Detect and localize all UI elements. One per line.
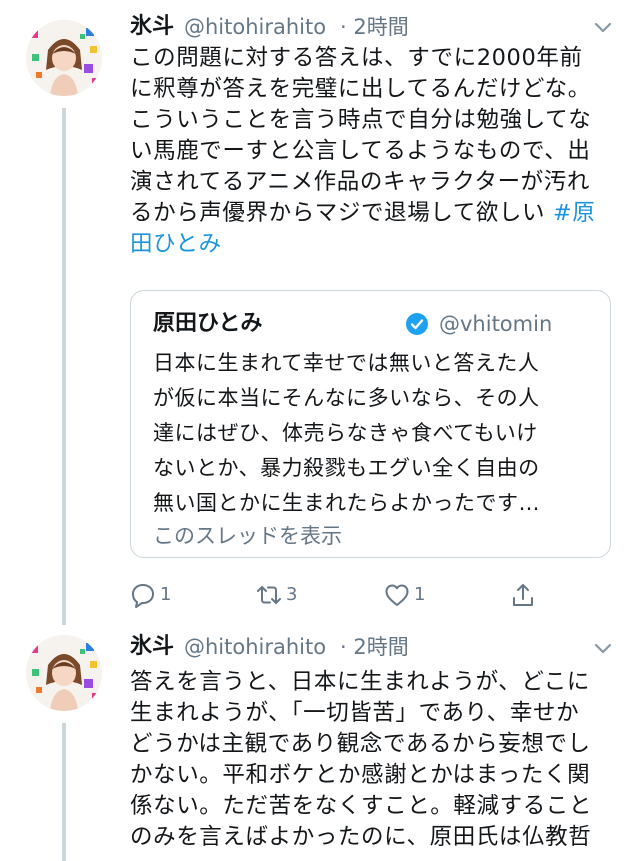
tweet-1[interactable]: 氷斗 @hitohirahito · 2時間 この問題に対する答えは、すでに20… [0,0,640,625]
tweet-text: 答えを言うと、日本に生まれようが、どこに 生まれようが、「一切皆苦」であり、幸せ… [130,667,620,853]
quoted-author-name: 原田ひとみ [153,311,263,336]
retweet-icon [257,586,281,604]
author-name[interactable]: 氷斗 [130,634,174,660]
tweet-text-line: 生まれようが、「一切皆苦」であり、幸せか [130,700,580,726]
like-icon [385,584,409,606]
share-icon [513,584,533,606]
like-count: 1 [414,584,426,605]
avatar[interactable] [26,20,102,96]
retweet-count: 3 [286,584,298,605]
hashtag-link[interactable]: #原 [553,200,596,226]
quoted-text-line: ないとか、暴力殺戮もエグい全く自由の [153,456,540,480]
tweet-time[interactable]: · 2時間 [340,14,409,40]
thread-connector-line [62,108,66,625]
quoted-text-line: 達にはぜひ、体売らなきゃ食べてもいけ [153,421,538,445]
retweet-button[interactable]: 3 [256,580,297,610]
tweet-text: この問題に対する答えは、すでに2000年前 に釈尊が答えを完璧に出してるんだけど… [130,43,620,260]
tweet-text-line: どうかは主観であり観念であるから妄想でし [130,731,591,757]
quoted-text-line: が仮に本当にそんなに多いなら、その人 [153,386,540,410]
tweet-text-line: かない。平和ボケとか感謝とかはまったく関 [130,762,591,788]
reply-button[interactable]: 1 [130,580,171,610]
tweet-2[interactable]: 氷斗 @hitohirahito · 2時間 答えを言うと、日本に生まれようが、… [0,625,640,861]
quoted-author-handle: @vhitomin [439,312,553,336]
avatar-image [26,635,102,711]
avatar-image [26,20,102,96]
tweet-text-line: この問題に対する答えは、すでに2000年前 [130,45,583,71]
author-name[interactable]: 氷斗 [130,14,174,40]
thread-connector-line [62,723,66,861]
tweet-text-segment: るから声優界からマジで退場して欲しい [130,200,553,226]
tweet-text-line: こういうことを言う時点で自分は勉強してな [130,107,592,133]
like-button[interactable]: 1 [384,580,425,610]
reply-icon [132,584,154,608]
verified-badge-icon [406,313,428,335]
show-thread-link[interactable]: このスレッドを表示 [153,522,342,550]
tweet-text-line: に釈尊が答えを完璧に出してるんだけどな。 [130,76,591,102]
reply-count: 1 [160,584,172,605]
quoted-tweet[interactable]: 原田ひとみ @vhitomin 日本に生まれて幸せでは無いと答えた人 が仮に本当… [130,290,611,558]
quoted-text-line: 日本に生まれて幸せでは無いと答えた人 [153,351,540,375]
tweet-text-line: のみを言えばよかったのに、原田氏は仏教哲 [130,824,592,850]
tweet-text-line: 答えを言うと、日本に生まれようが、どこに [130,669,590,695]
tweet-text-line: るから声優界からマジで退場して欲しい #原 [130,198,620,229]
chevron-down-icon[interactable] [592,16,614,38]
quoted-text-line: 無い国とかに生まれたらよかったです… [153,491,540,515]
chevron-down-icon[interactable] [592,637,614,659]
author-handle[interactable]: @hitohirahito [184,634,326,660]
share-button[interactable] [510,580,536,610]
tweet-time[interactable]: · 2時間 [340,634,409,660]
tweet-text-line: 係ない。ただ苦をなくすこと。軽減すること [130,793,593,819]
tweet-text-line: 演されてるアニメ作品のキャラクターが汚れ [130,169,590,195]
avatar[interactable] [26,635,102,711]
hashtag-link-continued[interactable]: 田ひとみ [130,229,620,260]
author-handle[interactable]: @hitohirahito [184,14,326,40]
quoted-tweet-text: 日本に生まれて幸せでは無いと答えた人 が仮に本当にそんなに多いなら、その人 達に… [153,346,593,521]
tweet-text-line: い馬鹿でーすと公言してるようなもので、出 [130,138,591,164]
